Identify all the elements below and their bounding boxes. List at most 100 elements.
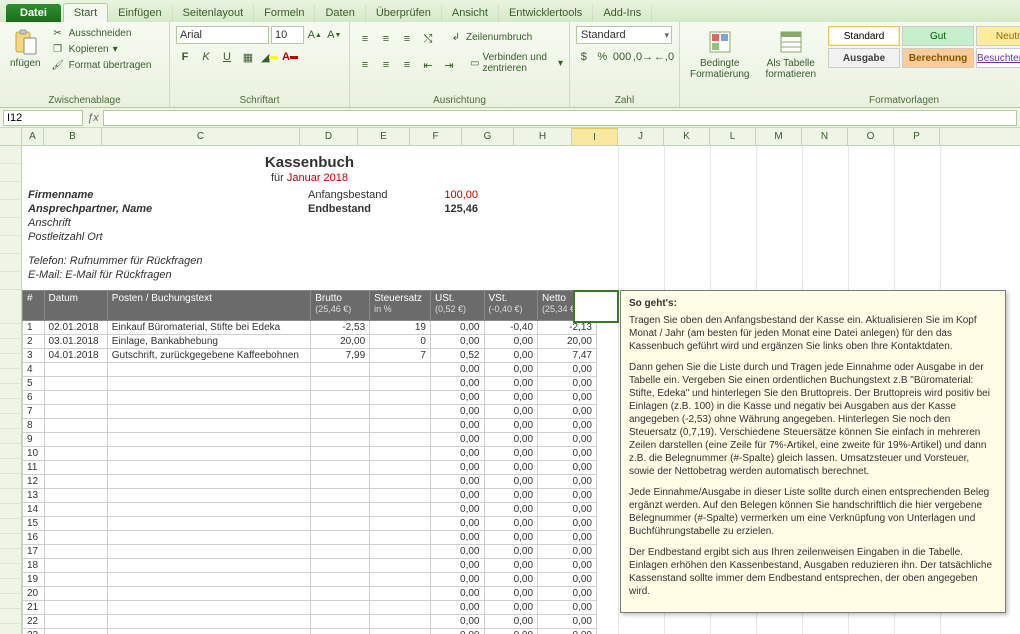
cell[interactable]: 19 [23,573,45,587]
cell[interactable]: 0,00 [538,559,597,573]
cell[interactable]: 0,00 [484,391,538,405]
cell[interactable] [311,531,370,545]
style-neutral[interactable]: Neutral [976,26,1020,46]
shrink-font-button[interactable]: A▼ [326,26,343,44]
cell[interactable] [107,531,310,545]
cell[interactable] [311,517,370,531]
table-row[interactable]: 230,000,000,00 [23,629,597,634]
cell[interactable]: 0,00 [484,531,538,545]
tab-insert[interactable]: Einfügen [108,4,172,22]
cell[interactable]: 0,00 [538,489,597,503]
table-row[interactable]: 40,000,000,00 [23,363,597,377]
cell[interactable]: 20,00 [311,335,370,349]
table-row[interactable]: 102.01.2018Einkauf Büromaterial, Stifte … [23,321,597,335]
table-row[interactable]: 130,000,000,00 [23,489,597,503]
cell[interactable]: 0,00 [538,503,597,517]
cell[interactable] [370,545,431,559]
cell[interactable]: 21 [23,601,45,615]
style-gut[interactable]: Gut [902,26,974,46]
col-header-L[interactable]: L [710,128,756,145]
cell[interactable]: Einlage, Bankabhebung [107,335,310,349]
cell[interactable] [44,615,107,629]
paste-button[interactable]: nfügen [6,26,45,72]
table-row[interactable]: 140,000,000,00 [23,503,597,517]
cell[interactable]: 23 [23,629,45,634]
cell[interactable] [370,377,431,391]
cell[interactable] [44,363,107,377]
cell[interactable]: 0,00 [430,447,484,461]
cell[interactable] [311,587,370,601]
col-nr[interactable]: # [23,291,45,321]
cell[interactable] [107,629,310,634]
col-header-I[interactable]: I [572,128,618,145]
cell[interactable]: 15 [23,517,45,531]
cell[interactable]: 20,00 [538,335,597,349]
cell[interactable] [311,559,370,573]
cell[interactable]: 0,00 [538,391,597,405]
currency-button[interactable]: $ [576,48,592,66]
table-row[interactable]: 203.01.2018Einlage, Bankabhebung20,0000,… [23,335,597,349]
table-row[interactable]: 90,000,000,00 [23,433,597,447]
cell[interactable]: 0,00 [484,405,538,419]
col-header-E[interactable]: E [358,128,410,145]
cell[interactable]: 0,00 [538,419,597,433]
cell[interactable]: 0,00 [538,363,597,377]
col-header-D[interactable]: D [300,128,358,145]
cell[interactable]: 0,00 [484,335,538,349]
cell[interactable]: 7,47 [538,349,597,363]
col-vst[interactable]: VSt.(-0,40 €) [484,291,538,321]
cell[interactable]: 1 [23,321,45,335]
cell[interactable]: -0,40 [484,321,538,335]
cell[interactable]: 0,00 [430,601,484,615]
col-header-M[interactable]: M [756,128,802,145]
align-bottom-button[interactable]: ≡ [398,30,416,48]
cell[interactable] [370,391,431,405]
table-row[interactable]: 50,000,000,00 [23,377,597,391]
cell[interactable] [107,587,310,601]
table-row[interactable]: 200,000,000,00 [23,587,597,601]
cell[interactable]: 0,00 [430,559,484,573]
cell[interactable]: 0,52 [430,349,484,363]
cell[interactable]: 12 [23,475,45,489]
table-row[interactable]: 190,000,000,00 [23,573,597,587]
sheet-grid[interactable]: Kassenbuch für Januar 2018 Firmenname An… [0,146,1020,634]
cell[interactable] [44,559,107,573]
cell[interactable]: 0,00 [538,615,597,629]
format-as-table-button[interactable]: Als Tabelle formatieren [761,26,820,82]
table-row[interactable]: 304.01.2018Gutschrift, zurückgegebene Ka… [23,349,597,363]
cell[interactable]: 7 [23,405,45,419]
cell[interactable]: 19 [370,321,431,335]
cell[interactable]: 0,00 [484,447,538,461]
cell[interactable] [44,517,107,531]
cell[interactable]: Einkauf Büromaterial, Stifte bei Edeka [107,321,310,335]
col-header-B[interactable]: B [44,128,102,145]
cell[interactable]: 18 [23,559,45,573]
cell[interactable] [107,615,310,629]
cell[interactable]: 0,00 [430,489,484,503]
cell[interactable]: 0,00 [430,629,484,634]
cell[interactable]: 0,00 [538,545,597,559]
cell[interactable] [107,517,310,531]
cell[interactable]: 8 [23,419,45,433]
cell[interactable]: 0,00 [538,377,597,391]
cell[interactable]: 0,00 [484,503,538,517]
cell[interactable]: 7,99 [311,349,370,363]
align-center-button[interactable]: ≡ [377,56,395,74]
cell[interactable]: 0,00 [538,461,597,475]
style-besuchter[interactable]: Besuchter Hy… [976,48,1020,68]
cell[interactable] [311,629,370,634]
cell[interactable]: 14 [23,503,45,517]
cell-styles-gallery[interactable]: Standard Gut Neutral Schlecht Ausgabe Be… [828,26,1020,68]
bold-button[interactable]: F [176,48,194,66]
select-all-corner[interactable] [0,128,22,145]
orientation-button[interactable]: ⤭ [419,30,437,48]
tab-file[interactable]: Datei [6,4,61,22]
table-row[interactable]: 70,000,000,00 [23,405,597,419]
font-name-select[interactable]: Arial [176,26,269,44]
tab-addins[interactable]: Add-Ins [593,4,652,22]
cell[interactable]: 0,00 [430,363,484,377]
table-row[interactable]: 150,000,000,00 [23,517,597,531]
fill-color-button[interactable]: ◢ [260,48,278,66]
cell[interactable]: 0,00 [538,573,597,587]
col-header-H[interactable]: H [514,128,572,145]
